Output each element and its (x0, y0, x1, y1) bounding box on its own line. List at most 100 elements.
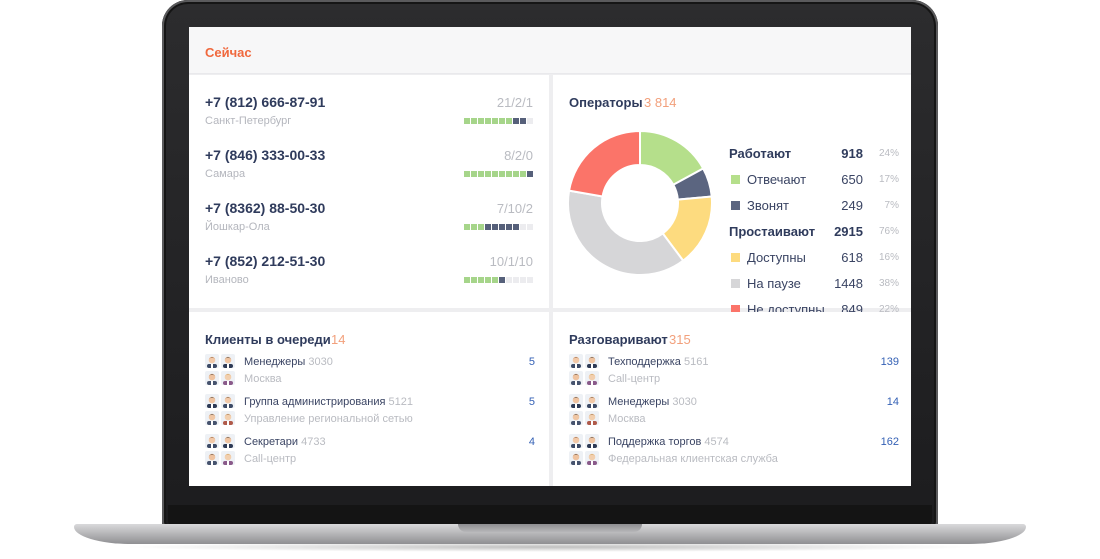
avatar-group (205, 394, 239, 428)
avatar (569, 411, 583, 425)
queue-count: 14 (331, 332, 346, 347)
avatar (585, 434, 599, 448)
line-item[interactable]: +7 (846) 333-00-33 Самара 8/2/0 (205, 147, 535, 187)
load-segment (506, 224, 512, 230)
line-phone[interactable]: +7 (852) 212-51-30 (205, 253, 325, 269)
group-number: 3030 (672, 396, 697, 408)
operators-group-row[interactable]: Простаивают 2915 76% (729, 223, 901, 243)
group-number: 3030 (308, 356, 333, 368)
group-number: 5161 (683, 356, 709, 368)
operators-status-row[interactable]: Звонят 249 7% (729, 197, 901, 217)
operators-panel: Операторы 3 814 Работают 918 24% Отвечают 65… (553, 75, 911, 317)
load-segment (513, 171, 519, 177)
line-item[interactable]: +7 (812) 666-87-91 Санкт-Петербург 21/2/… (205, 94, 535, 134)
load-segment (520, 277, 526, 283)
load-segment (527, 171, 533, 177)
avatar (569, 451, 583, 465)
avatar (221, 411, 235, 425)
load-segment (499, 224, 505, 230)
load-segment (506, 277, 512, 283)
group-subtitle: Call-центр (244, 453, 297, 465)
line-phone[interactable]: +7 (8362) 88-50-30 (205, 200, 325, 216)
group-name[interactable]: Группа администрирования 5121 (244, 396, 413, 408)
group-subtitle: Москва (608, 413, 646, 425)
operators-row-percent: 7% (884, 200, 899, 211)
operators-count: 3 814 (644, 95, 677, 110)
group-count[interactable]: 4 (529, 436, 535, 448)
load-segment (492, 171, 498, 177)
operators-status-row[interactable]: Отвечают 650 17% (729, 171, 901, 191)
avatar (585, 371, 599, 385)
operators-row-label: Звонят (747, 198, 790, 213)
group-count[interactable]: 5 (529, 396, 535, 408)
operators-row-value: 1448 (834, 276, 863, 291)
line-load-bar (464, 118, 533, 124)
talking-count: 315 (669, 332, 691, 347)
avatar-group (569, 434, 603, 468)
group-count[interactable]: 162 (881, 436, 899, 448)
load-segment (499, 171, 505, 177)
load-segment (485, 277, 491, 283)
line-stat: 21/2/1 (496, 95, 533, 110)
operators-row-percent: 17% (878, 174, 899, 185)
group-name[interactable]: Секретари 4733 (244, 436, 326, 448)
load-segment (499, 277, 505, 283)
load-segment (478, 171, 484, 177)
operators-row-value: 249 (841, 198, 863, 213)
load-segment (513, 118, 519, 124)
avatar (569, 434, 583, 448)
group-number: 4574 (704, 436, 729, 448)
group-name[interactable]: Менеджеры 3030 (244, 356, 333, 368)
line-phone[interactable]: +7 (846) 333-00-33 (205, 147, 325, 163)
group-name[interactable]: Менеджеры 3030 (608, 396, 697, 408)
avatar (205, 411, 219, 425)
group-subtitle: Управление региональной сетью (244, 413, 413, 425)
line-item[interactable]: +7 (8362) 88-50-30 Йошкар-Ола 7/10/2 (205, 200, 535, 240)
dashboard-screen: Сейчас +7 (812) 666-87-91 Санкт-Петербур… (189, 27, 911, 486)
load-segment (464, 224, 470, 230)
group-list-item[interactable]: Менеджеры 3030 Москва 5 (205, 354, 535, 390)
group-name[interactable]: Поддержка торгов 4574 (608, 436, 729, 448)
load-segment (492, 118, 498, 124)
avatar (205, 451, 219, 465)
load-segment (471, 118, 477, 124)
group-list-item[interactable]: Группа администрирования 5121 Управление … (205, 394, 535, 430)
line-stat: 8/2/0 (504, 148, 533, 163)
operators-status-row[interactable]: На паузе 1448 38% (729, 275, 901, 295)
avatar (585, 354, 599, 368)
line-item[interactable]: +7 (852) 212-51-30 Иваново 10/1/10 (205, 253, 535, 293)
group-list-item[interactable]: Техподдержка 5161 Call-центр 139 (569, 354, 899, 390)
operators-status-row[interactable]: Доступны 618 16% (729, 249, 901, 269)
load-segment (492, 277, 498, 283)
donut-slice[interactable] (567, 130, 641, 198)
dashboard-header: Сейчас (189, 27, 911, 74)
group-subtitle: Федеральная клиентская служба (608, 453, 778, 465)
load-segment (527, 118, 533, 124)
operators-donut-chart (567, 130, 713, 276)
group-subtitle: Москва (244, 373, 282, 385)
avatar-group (569, 354, 603, 388)
operators-row-label: Доступны (747, 250, 806, 265)
load-segment (492, 224, 498, 230)
laptop-notch (458, 524, 642, 532)
group-count[interactable]: 5 (529, 356, 535, 368)
operators-row-percent: 24% (878, 148, 899, 159)
load-segment (478, 118, 484, 124)
group-name[interactable]: Техподдержка 5161 (608, 356, 708, 368)
line-city: Иваново (205, 274, 249, 286)
avatar (221, 451, 235, 465)
load-segment (464, 277, 470, 283)
load-segment (464, 118, 470, 124)
line-phone[interactable]: +7 (812) 666-87-91 (205, 94, 325, 110)
avatar (585, 451, 599, 465)
group-count[interactable]: 139 (881, 356, 899, 368)
line-city: Самара (205, 168, 246, 180)
group-list-item[interactable]: Поддержка торгов 4574 Федеральная клиентс… (569, 434, 899, 470)
group-count[interactable]: 14 (887, 396, 899, 408)
load-segment (471, 277, 477, 283)
operators-row-percent: 16% (878, 252, 899, 263)
operators-group-row[interactable]: Работают 918 24% (729, 145, 901, 165)
group-list-item[interactable]: Менеджеры 3030 Москва 14 (569, 394, 899, 430)
group-list-item[interactable]: Секретари 4733 Call-центр 4 (205, 434, 535, 470)
operators-row-value: 650 (841, 172, 863, 187)
